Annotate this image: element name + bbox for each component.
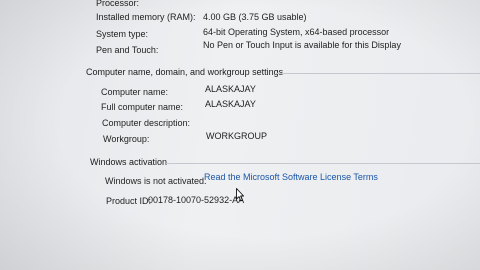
product-id-value: 00178-10070-52932-AA <box>148 195 245 205</box>
computer-name-value: ALASKAJAY <box>205 84 256 94</box>
full-computer-name-value: ALASKAJAY <box>205 99 256 109</box>
pen-touch-label: Pen and Touch: <box>96 45 159 55</box>
system-properties-window: Processor: Installed memory (RAM): 4.00 … <box>0 0 480 270</box>
workgroup-label: Workgroup: <box>103 134 150 144</box>
system-type-value: 64-bit Operating System, x64-based proce… <box>203 27 390 37</box>
installed-memory-label: Installed memory (RAM): <box>96 12 196 22</box>
group-separator <box>166 163 480 164</box>
processor-label: Processor: <box>96 0 140 8</box>
activation-status: Windows is not activated. <box>105 176 207 186</box>
product-id-label: Product ID: <box>106 196 152 206</box>
license-terms-link[interactable]: Read the Microsoft Software License Term… <box>204 172 378 182</box>
computer-name-label: Computer name: <box>101 87 169 97</box>
group-separator <box>276 73 480 74</box>
computer-description-label: Computer description: <box>102 118 191 128</box>
installed-memory-value: 4.00 GB (3.75 GB usable) <box>203 12 307 22</box>
windows-activation-group-title: Windows activation <box>90 157 168 167</box>
pen-touch-value: No Pen or Touch Input is available for t… <box>203 40 401 50</box>
mouse-cursor-icon <box>236 188 244 202</box>
full-computer-name-label: Full computer name: <box>101 102 184 112</box>
computer-name-group-title: Computer name, domain, and workgroup set… <box>86 67 284 77</box>
workgroup-value: WORKGROUP <box>206 131 268 141</box>
system-type-label: System type: <box>96 29 149 39</box>
